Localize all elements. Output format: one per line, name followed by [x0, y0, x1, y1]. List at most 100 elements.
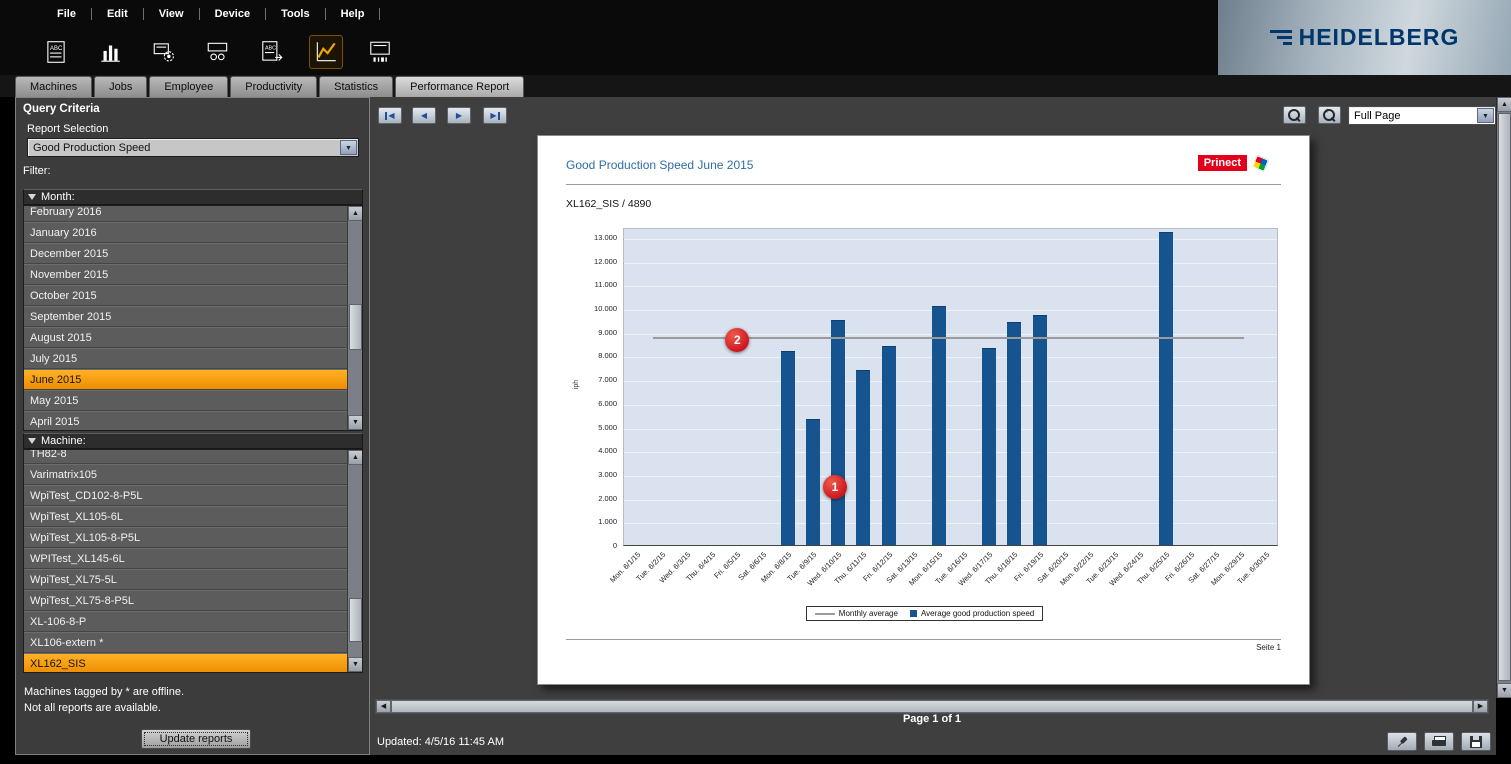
list-item[interactable]: July 2015 [24, 348, 349, 369]
y-tick-label: 13.000 [564, 233, 617, 242]
scrollbar-thumb[interactable] [391, 700, 1473, 713]
report-abc-icon[interactable]: ABC [40, 36, 72, 68]
scroll-down-icon[interactable]: ▼ [1497, 683, 1511, 698]
list-item[interactable]: WpiTest_XL75-8-P5L [24, 590, 349, 611]
scrollbar-thumb[interactable] [349, 598, 362, 642]
gridline [624, 357, 1277, 358]
list-item[interactable]: February 2016 [24, 205, 349, 222]
tab-jobs[interactable]: Jobs [94, 76, 147, 97]
list-item[interactable]: WpiTest_XL105-8-P5L [24, 527, 349, 548]
heidelberg-logo: HEIDELBERG [1218, 0, 1511, 75]
machine-section-header[interactable]: Machine: [23, 433, 363, 449]
scroll-down-icon[interactable]: ▼ [348, 415, 363, 430]
save-button[interactable] [1461, 732, 1491, 751]
scroll-up-icon[interactable]: ▲ [1497, 97, 1511, 112]
zoom-level-dropdown[interactable]: Full Page ▼ [1348, 106, 1496, 125]
list-item[interactable]: TH82-8 [24, 449, 349, 464]
vertical-scrollbar[interactable]: ▲ ▼ [1496, 97, 1511, 698]
list-item[interactable]: April 2015 [24, 411, 349, 431]
tab-performance-report[interactable]: Performance Report [395, 76, 524, 97]
prinect-logo: Prinect [1198, 155, 1247, 171]
line-swatch-icon [815, 613, 835, 615]
list-item[interactable]: WpiTest_CD102-8-P5L [24, 485, 349, 506]
zoom-in-icon: + [1323, 109, 1336, 122]
update-reports-button[interactable]: Update reports [141, 729, 251, 749]
scroll-up-icon[interactable]: ▲ [348, 450, 363, 465]
chevron-down-icon[interactable]: ▼ [1477, 108, 1494, 123]
y-tick-label: 6.000 [564, 399, 617, 408]
list-item[interactable]: August 2015 [24, 327, 349, 348]
list-item[interactable]: September 2015 [24, 306, 349, 327]
list-item[interactable]: XL106-extern * [24, 632, 349, 653]
menu-device[interactable]: Device [200, 0, 265, 28]
list-item[interactable]: Varimatrix105 [24, 464, 349, 485]
list-item[interactable]: XL162_SIS [24, 653, 349, 673]
first-page-button[interactable]: ◀ [378, 107, 402, 124]
page-indicator: Page 1 of 1 [375, 713, 1489, 725]
scrollbar-thumb[interactable] [1498, 113, 1511, 681]
scroll-down-icon[interactable]: ▼ [348, 657, 363, 672]
list-item[interactable]: October 2015 [24, 285, 349, 306]
tab-employee[interactable]: Employee [149, 76, 228, 97]
scrollbar-thumb[interactable] [349, 304, 362, 350]
list-item[interactable]: WPITest_XL145-6L [24, 548, 349, 569]
previous-page-button[interactable]: ◀ [412, 107, 436, 124]
month-section-header[interactable]: Month: [23, 189, 363, 205]
menu-view[interactable]: View [144, 0, 199, 28]
scroll-left-icon[interactable]: ◀ [376, 700, 391, 713]
month-list-scrollbar[interactable]: ▲ ▼ [347, 206, 362, 430]
query-criteria-panel: Query Criteria Report Selection Good Pro… [15, 97, 370, 755]
list-item[interactable]: XL-106-8-P [24, 611, 349, 632]
annotation-callout-1: 1 [823, 475, 847, 499]
performance-chart-icon[interactable] [310, 36, 342, 68]
next-page-button[interactable]: ▶ [447, 107, 471, 124]
scroll-right-icon[interactable]: ▶ [1473, 700, 1488, 713]
menu-tools[interactable]: Tools [266, 0, 325, 28]
chevron-down-icon[interactable]: ▼ [340, 140, 357, 155]
report-selection-dropdown[interactable]: Good Production Speed ▼ [27, 138, 359, 157]
y-tick-label: 11.000 [564, 280, 617, 289]
y-tick-label: 7.000 [564, 375, 617, 384]
chart-legend: Monthly average Average good production … [538, 606, 1311, 621]
bar-chart-icon[interactable] [94, 36, 126, 68]
chart-bar [1159, 232, 1173, 545]
report-subtitle: XL162_SIS / 4890 [566, 198, 651, 210]
gridline [624, 239, 1277, 240]
svg-text:ABC: ABC [50, 45, 63, 51]
chart-area: iph 12 01.0002.0003.0004.0005.0006.0007.… [538, 216, 1311, 616]
list-item[interactable]: June 2015 [24, 369, 349, 390]
scroll-up-icon[interactable]: ▲ [348, 206, 363, 221]
list-item[interactable]: December 2015 [24, 243, 349, 264]
header-rule [566, 184, 1281, 185]
tab-statistics[interactable]: Statistics [319, 76, 393, 97]
report-add-icon[interactable]: ABC [256, 36, 288, 68]
list-item[interactable]: WpiTest_XL105-6L [24, 506, 349, 527]
menu-help[interactable]: Help [326, 0, 380, 28]
chart-plot: 12 [623, 228, 1278, 546]
pin-report-button[interactable] [1387, 732, 1417, 751]
tab-productivity[interactable]: Productivity [230, 76, 317, 97]
report-viewer: ◀ ◀ ▶ ▶ − + Full Page ▼ Good Production … [370, 97, 1496, 755]
tab-machines[interactable]: Machines [15, 76, 92, 97]
machine-list-scrollbar[interactable]: ▲ ▼ [347, 450, 362, 672]
list-item[interactable]: May 2015 [24, 390, 349, 411]
list-item[interactable]: WpiTest_XL75-5L [24, 569, 349, 590]
menu-file[interactable]: File [42, 0, 91, 28]
data-log-icon[interactable] [364, 36, 396, 68]
zoom-in-button[interactable]: + [1318, 106, 1341, 124]
report-selection-value: Good Production Speed [33, 139, 150, 157]
gridline [624, 523, 1277, 524]
chart-bar [1007, 322, 1021, 545]
list-item[interactable]: November 2015 [24, 264, 349, 285]
last-page-button[interactable]: ▶ [483, 107, 507, 124]
machine-settings-icon[interactable] [148, 36, 180, 68]
menu-edit[interactable]: Edit [92, 0, 143, 28]
footer-rule [566, 639, 1281, 640]
zoom-out-button[interactable]: − [1283, 106, 1306, 124]
device-report-icon[interactable] [202, 36, 234, 68]
horizontal-scrollbar[interactable]: ◀ ▶ [375, 699, 1489, 714]
list-item[interactable]: January 2016 [24, 222, 349, 243]
printer-icon [1432, 736, 1446, 748]
print-button[interactable] [1424, 732, 1454, 751]
toolbar: ABC ABC [0, 28, 1218, 75]
